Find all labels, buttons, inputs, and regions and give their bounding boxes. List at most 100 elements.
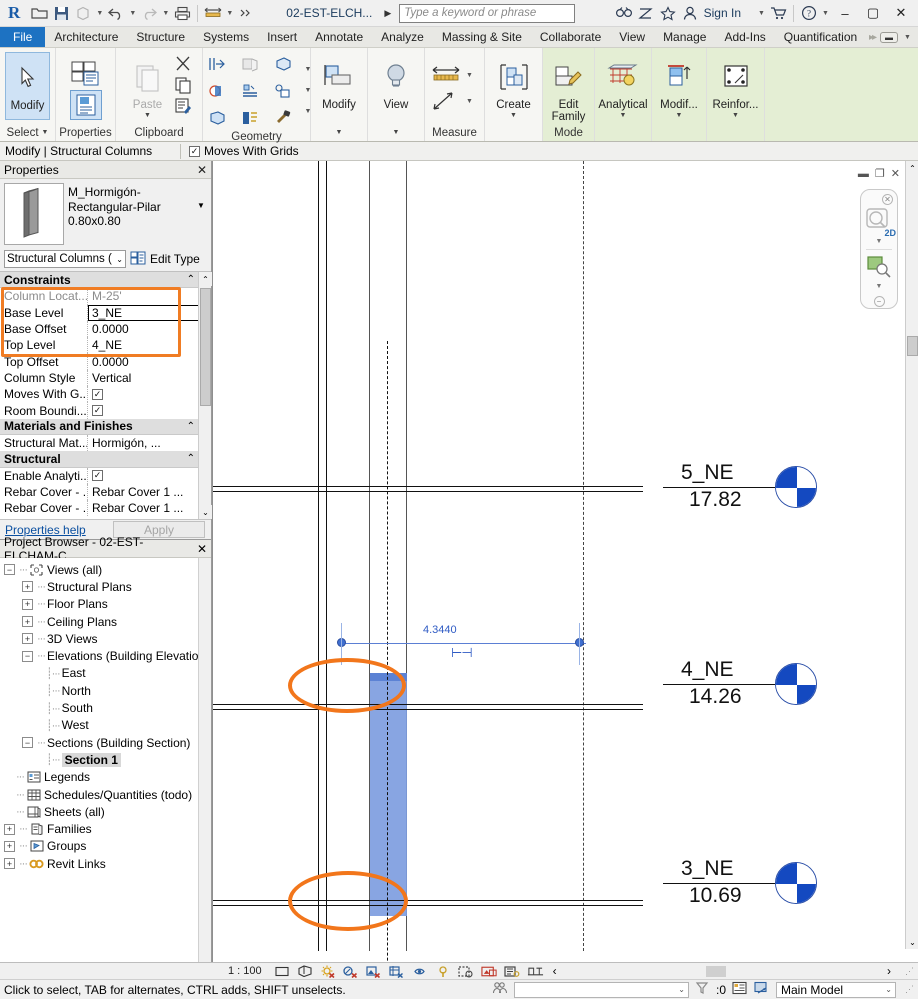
- property-row-top-offset[interactable]: Top Offset 0.0000: [0, 353, 211, 369]
- chevron-down-icon[interactable]: ▼: [876, 283, 883, 290]
- copy-icon[interactable]: [173, 75, 193, 95]
- property-row-rebar-cover-2[interactable]: Rebar Cover - ... Rebar Cover 1 ...: [0, 500, 211, 516]
- view-scale[interactable]: 1 : 100: [222, 965, 268, 977]
- chevron-down-icon[interactable]: ⌄: [113, 255, 123, 264]
- chevron-down-icon[interactable]: ▼: [465, 98, 474, 105]
- tab-architecture[interactable]: Architecture: [45, 27, 127, 47]
- ribbon-minimize-icon[interactable]: ▬: [880, 32, 898, 43]
- property-row-structural-material[interactable]: Structural Mat... Hormigón, ...: [0, 435, 211, 451]
- exclude-options-icon[interactable]: [695, 981, 710, 998]
- property-group-materials[interactable]: Materials and Finishes ⌃: [0, 419, 211, 435]
- document-dropdown-icon[interactable]: ▶: [384, 8, 391, 19]
- scroll-up-arrow-icon[interactable]: ⌃: [199, 272, 212, 286]
- design-options-icon[interactable]: [754, 981, 770, 998]
- chevron-down-icon[interactable]: ▼: [42, 129, 49, 136]
- chevron-down-icon[interactable]: ▼: [336, 129, 343, 136]
- section-view-content[interactable]: 4.3440 ⊢⊣ 5_NE 17.82: [213, 161, 918, 962]
- property-row-base-level[interactable]: Base Level 3_NE: [0, 305, 211, 321]
- close-view-icon[interactable]: ✕: [891, 167, 900, 180]
- sync-icon[interactable]: [73, 3, 93, 24]
- level-bubble-icon[interactable]: [775, 663, 817, 705]
- measure-between-icon[interactable]: [430, 89, 462, 113]
- view-scroll-thumb[interactable]: [706, 966, 726, 977]
- exchange-apps-icon[interactable]: [636, 3, 656, 24]
- steering-wheel-icon[interactable]: 2D: [864, 207, 894, 236]
- shadows-icon[interactable]: [343, 964, 360, 978]
- scroll-up-arrow-icon[interactable]: ⌃: [906, 161, 918, 175]
- level-bubble-icon[interactable]: [775, 466, 817, 508]
- match-type-icon[interactable]: [173, 96, 193, 116]
- join-icon[interactable]: [207, 54, 227, 74]
- close-window-button[interactable]: ✕: [888, 3, 914, 24]
- chevron-down-icon[interactable]: ▼: [676, 112, 683, 119]
- tab-add-ins[interactable]: Add-Ins: [715, 27, 774, 47]
- split-face-icon[interactable]: [207, 108, 227, 128]
- chevron-down-icon[interactable]: ▼: [732, 112, 739, 119]
- level-name[interactable]: 5_NE: [681, 461, 734, 485]
- tree-node-schedules[interactable]: ··· Schedules/Quantities (todo): [0, 786, 211, 803]
- moves-with-grids-option[interactable]: ✓ Moves With Grids: [181, 144, 299, 158]
- project-browser-scrollbar[interactable]: [198, 558, 211, 962]
- project-browser-tree[interactable]: − ··· O Views (all) + ··· Structural Pla…: [0, 558, 211, 962]
- property-row-enable-analytical[interactable]: Enable Analyti... ✓: [0, 468, 211, 484]
- tree-node-elevations[interactable]: − ··· Elevations (Building Elevation): [0, 647, 211, 664]
- tree-node-ceiling-plans[interactable]: + ··· Ceiling Plans: [0, 613, 211, 630]
- tab-structure[interactable]: Structure: [127, 27, 194, 47]
- room-bounding-checkbox[interactable]: ✓: [92, 405, 103, 416]
- search-icon[interactable]: [614, 3, 634, 24]
- chevron-down-icon[interactable]: ⌄: [678, 985, 688, 994]
- open-icon[interactable]: [29, 3, 49, 24]
- tab-massing-site[interactable]: Massing & Site: [433, 27, 531, 47]
- redo-icon[interactable]: [139, 3, 159, 24]
- create-group-button[interactable]: Create ▼: [490, 52, 537, 119]
- sign-in-link[interactable]: Sign In: [704, 6, 741, 20]
- level-elevation[interactable]: 14.26: [689, 685, 742, 709]
- properties-scrollbar-thumb[interactable]: [200, 288, 211, 406]
- chevron-down-icon[interactable]: ▼: [821, 10, 830, 17]
- chevron-down-icon[interactable]: ▼: [757, 10, 766, 17]
- save-icon[interactable]: [51, 3, 71, 24]
- tree-node-groups[interactable]: + ··· Groups: [0, 838, 211, 855]
- visual-style-icon[interactable]: [297, 964, 314, 978]
- paint-icon[interactable]: [273, 54, 293, 74]
- minimize-nav-icon[interactable]: −: [874, 296, 885, 307]
- tree-node-views-all[interactable]: − ··· O Views (all): [0, 561, 211, 578]
- viewbar-collapse-right-icon[interactable]: ›: [882, 964, 896, 978]
- temp-view-properties-icon[interactable]: [504, 964, 521, 978]
- dimension-flip-icon[interactable]: ⊢⊣: [451, 645, 472, 661]
- viewbar-collapse-left-icon[interactable]: ‹: [550, 964, 560, 978]
- tree-node-legends[interactable]: ··· Legends: [0, 769, 211, 786]
- property-group-structural[interactable]: Structural ⌃: [0, 451, 211, 467]
- constraints-icon[interactable]: [527, 964, 544, 978]
- scroll-down-arrow-icon[interactable]: ⌄: [199, 505, 212, 519]
- chevron-down-icon[interactable]: ▼: [876, 238, 883, 245]
- chevron-right-double-icon[interactable]: ▸▸: [869, 32, 875, 43]
- chevron-down-icon[interactable]: ▼: [903, 34, 912, 41]
- level-bubble-icon[interactable]: [775, 862, 817, 904]
- user-account-icon[interactable]: [680, 3, 700, 24]
- tree-node-floor-plans[interactable]: + ··· Floor Plans: [0, 596, 211, 613]
- temporary-hide-icon[interactable]: [458, 964, 475, 978]
- cut-geometry-icon[interactable]: [240, 54, 260, 74]
- selection-filter-combo[interactable]: ⌄: [514, 982, 689, 998]
- level-name[interactable]: 3_NE: [681, 857, 734, 881]
- chevron-down-icon[interactable]: ▼: [510, 112, 517, 119]
- view-horizontal-scrollbar[interactable]: [570, 966, 872, 977]
- filter-icon[interactable]: [492, 981, 508, 998]
- expander-icon[interactable]: +: [4, 858, 15, 869]
- restore-view-icon[interactable]: ❐: [875, 167, 885, 180]
- property-row-rebar-cover-1[interactable]: Rebar Cover - ... Rebar Cover 1 ...: [0, 484, 211, 500]
- tree-node-revit-links[interactable]: + ··· Revit Links: [0, 855, 211, 872]
- close-icon[interactable]: ✕: [197, 542, 207, 556]
- tree-node-east[interactable]: ┊··· East: [0, 665, 211, 682]
- minimize-window-button[interactable]: –: [832, 3, 858, 24]
- close-icon[interactable]: ✕: [882, 194, 893, 205]
- show-crop-icon[interactable]: [412, 964, 429, 978]
- tab-file[interactable]: File: [0, 27, 45, 47]
- modify-column-button[interactable]: Modif... ▼: [657, 52, 701, 119]
- level-elevation[interactable]: 10.69: [689, 884, 742, 908]
- paste-button[interactable]: Paste ▼: [126, 52, 170, 119]
- enable-analytical-checkbox[interactable]: ✓: [92, 470, 103, 481]
- level-marker-4ne[interactable]: 4_NE 14.26: [663, 658, 817, 710]
- crop-view-icon[interactable]: [389, 964, 406, 978]
